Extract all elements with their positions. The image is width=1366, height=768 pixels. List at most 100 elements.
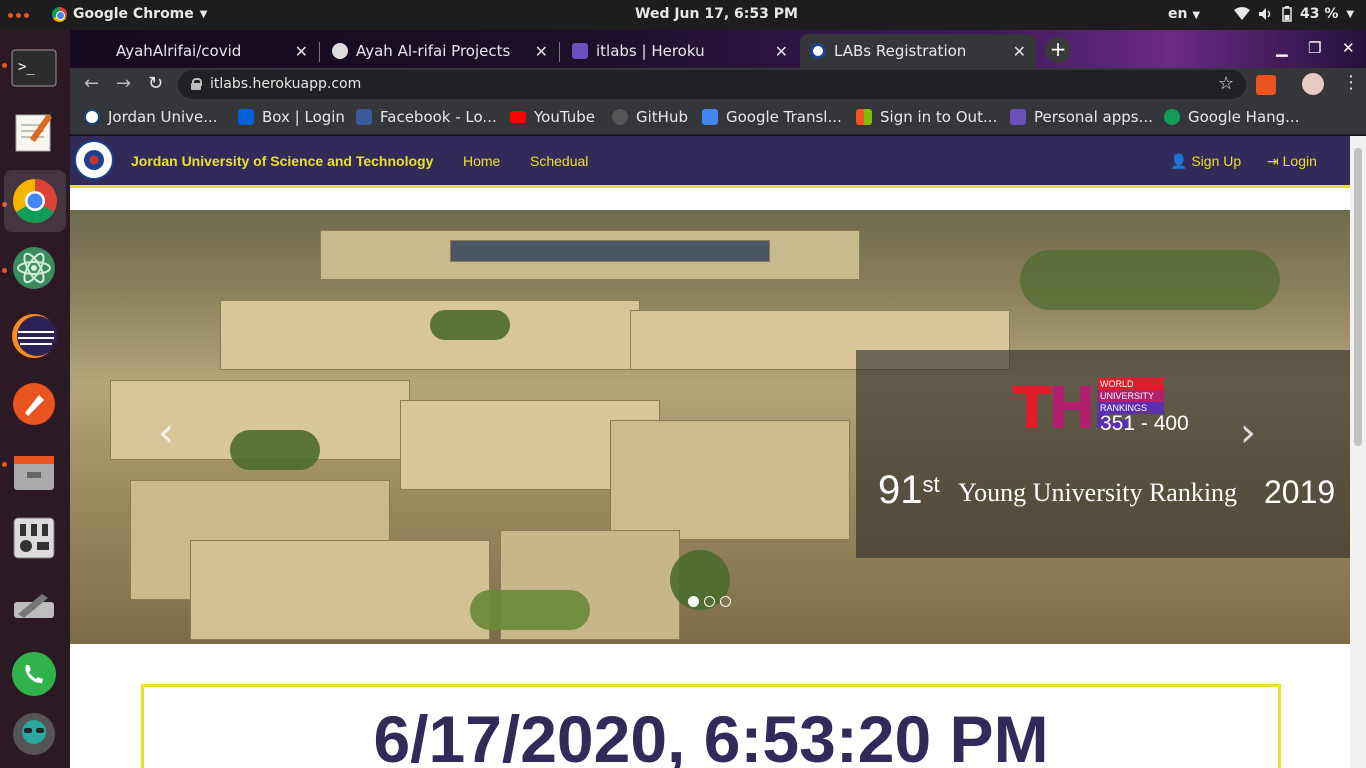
campus-building bbox=[190, 540, 490, 640]
profile-avatar[interactable] bbox=[1302, 73, 1324, 95]
tab-covid[interactable]: AyahAlrifai/covid ✕ bbox=[106, 34, 318, 68]
trees bbox=[430, 310, 510, 340]
battery-percent: 43 % bbox=[1300, 6, 1339, 22]
running-indicator bbox=[2, 63, 7, 68]
campus-building bbox=[220, 300, 640, 370]
user-avatar-icon[interactable] bbox=[10, 710, 58, 758]
bookmark-translate[interactable]: Google Transl... bbox=[702, 108, 842, 126]
chevron-down-icon: ▼ bbox=[1192, 10, 1201, 21]
close-icon[interactable]: ✕ bbox=[535, 42, 548, 61]
language-indicator[interactable]: en ▼ bbox=[1168, 6, 1200, 22]
address-bar[interactable]: itlabs.herokuapp.com bbox=[178, 70, 1246, 99]
ranking-range: 351 - 400 bbox=[1100, 412, 1189, 435]
nav-signup[interactable]: 👤 Sign Up bbox=[1170, 153, 1241, 170]
tab-title: AyahAlrifai/covid bbox=[116, 42, 242, 60]
box-icon bbox=[238, 109, 254, 125]
nav-login[interactable]: ⇥ Login bbox=[1267, 153, 1317, 170]
tab-title: itlabs | Heroku bbox=[596, 42, 705, 60]
wur-line: UNIVERSITY bbox=[1098, 390, 1164, 402]
app-name: Google Chrome bbox=[73, 6, 194, 22]
bookmark-label: Box | Login bbox=[262, 108, 345, 126]
text-editor-icon[interactable] bbox=[10, 108, 58, 156]
nav-home[interactable]: Home bbox=[463, 153, 500, 169]
battery-icon bbox=[1282, 6, 1292, 22]
mixer-icon[interactable] bbox=[10, 514, 58, 562]
maximize-icon[interactable]: ❐ bbox=[1308, 39, 1321, 57]
bookmark-label: Facebook - Lo... bbox=[380, 108, 497, 126]
heroku-icon bbox=[1010, 109, 1026, 125]
svg-text:>_: >_ bbox=[18, 59, 35, 75]
scrollbar-thumb[interactable] bbox=[1354, 148, 1362, 446]
system-clock[interactable]: Wed Jun 17, 6:53 PM bbox=[635, 6, 798, 22]
reload-icon[interactable]: ↻ bbox=[148, 73, 163, 94]
chrome-icon bbox=[52, 6, 67, 22]
activities-dots[interactable] bbox=[8, 13, 29, 18]
globe-icon bbox=[332, 43, 348, 59]
close-icon[interactable]: ✕ bbox=[1013, 42, 1026, 61]
tab-heroku[interactable]: itlabs | Heroku ✕ bbox=[562, 34, 798, 68]
tab-separator bbox=[319, 42, 320, 62]
more-menu-icon[interactable]: ⋮ bbox=[1342, 72, 1360, 93]
the-logo-h: H bbox=[1047, 374, 1097, 442]
nav-schedule[interactable]: Schedual bbox=[530, 153, 588, 169]
whatsapp-icon[interactable] bbox=[10, 650, 58, 698]
close-icon[interactable]: ✕ bbox=[295, 42, 308, 61]
bookmark-facebook[interactable]: Facebook - Lo... bbox=[356, 108, 497, 126]
back-arrow-icon[interactable]: ← bbox=[84, 73, 99, 94]
the-logo-t: T bbox=[1012, 374, 1052, 442]
rank-suffix: st bbox=[922, 472, 940, 497]
bookmark-hangouts[interactable]: Google Hang... bbox=[1164, 108, 1299, 126]
tab-labs-registration[interactable]: LABs Registration ✕ bbox=[800, 34, 1036, 68]
lock-icon[interactable] bbox=[191, 78, 202, 90]
close-window-icon[interactable]: ✕ bbox=[1342, 39, 1355, 57]
carousel-dot[interactable] bbox=[720, 596, 731, 607]
site-brand[interactable]: Jordan University of Science and Technol… bbox=[131, 153, 433, 169]
carousel-dot[interactable] bbox=[704, 596, 715, 607]
inkscape-pen-icon[interactable] bbox=[10, 380, 58, 428]
user-icon: 👤 bbox=[1170, 153, 1188, 169]
university-logo[interactable] bbox=[74, 140, 114, 180]
bookmark-personal-apps[interactable]: Personal apps... bbox=[1010, 108, 1153, 126]
bookmark-label: GitHub bbox=[636, 108, 688, 126]
tab-separator bbox=[559, 42, 560, 62]
eclipse-icon[interactable] bbox=[10, 312, 58, 360]
ranking-banner: THE WORLD UNIVERSITY RANKINGS 351 - 400 … bbox=[856, 350, 1350, 558]
page-scrollbar[interactable] bbox=[1350, 136, 1366, 768]
wifi-icon bbox=[1234, 7, 1250, 20]
new-tab-button[interactable]: + bbox=[1045, 37, 1071, 63]
launcher-dock: >_ bbox=[0, 30, 70, 768]
signup-label: Sign Up bbox=[1191, 153, 1242, 169]
tab-projects[interactable]: Ayah Al-rifai Projects ✕ bbox=[322, 34, 558, 68]
language-label: en bbox=[1168, 6, 1188, 22]
carousel-prev-icon[interactable]: ‹ bbox=[158, 410, 174, 456]
chrome-icon[interactable] bbox=[4, 170, 66, 232]
running-indicator bbox=[2, 462, 7, 467]
hero-carousel: THE WORLD UNIVERSITY RANKINGS 351 - 400 … bbox=[70, 210, 1350, 644]
youtube-icon bbox=[510, 111, 526, 123]
system-status-menu[interactable]: 43 % ▼ bbox=[1234, 6, 1354, 22]
bookmark-box[interactable]: Box | Login bbox=[238, 108, 345, 126]
system-top-bar: Google Chrome ▼ Wed Jun 17, 6:53 PM en ▼… bbox=[0, 0, 1366, 30]
bookmark-label: Google Transl... bbox=[726, 108, 842, 126]
carousel-dot[interactable] bbox=[688, 596, 699, 607]
bookmarks-bar: Jordan Unive... Box | Login Facebook - L… bbox=[70, 101, 1366, 135]
file-archive-icon[interactable] bbox=[10, 448, 58, 496]
extension-icon[interactable] bbox=[1256, 75, 1276, 95]
bookmark-just[interactable]: Jordan Unive... bbox=[84, 108, 218, 126]
star-icon[interactable]: ☆ bbox=[1218, 73, 1234, 94]
forward-arrow-icon[interactable]: → bbox=[116, 73, 131, 94]
atom-editor-icon[interactable] bbox=[10, 244, 58, 292]
bookmark-github[interactable]: GitHub bbox=[612, 108, 688, 126]
minimize-icon[interactable]: ▁ bbox=[1276, 39, 1288, 57]
login-icon: ⇥ bbox=[1267, 153, 1279, 169]
bookmark-outlook[interactable]: Sign in to Out... bbox=[856, 108, 997, 126]
tab-title: Ayah Al-rifai Projects bbox=[356, 42, 511, 60]
close-icon[interactable]: ✕ bbox=[775, 42, 788, 61]
settings-tools-icon[interactable] bbox=[10, 584, 58, 632]
app-menu[interactable]: Google Chrome ▼ bbox=[52, 6, 207, 22]
web-page: Jordan University of Science and Technol… bbox=[70, 136, 1350, 768]
bookmark-youtube[interactable]: YouTube bbox=[510, 108, 595, 126]
facebook-icon bbox=[356, 109, 372, 125]
terminal-icon[interactable]: >_ bbox=[10, 44, 58, 92]
carousel-next-icon[interactable]: › bbox=[1240, 410, 1256, 456]
